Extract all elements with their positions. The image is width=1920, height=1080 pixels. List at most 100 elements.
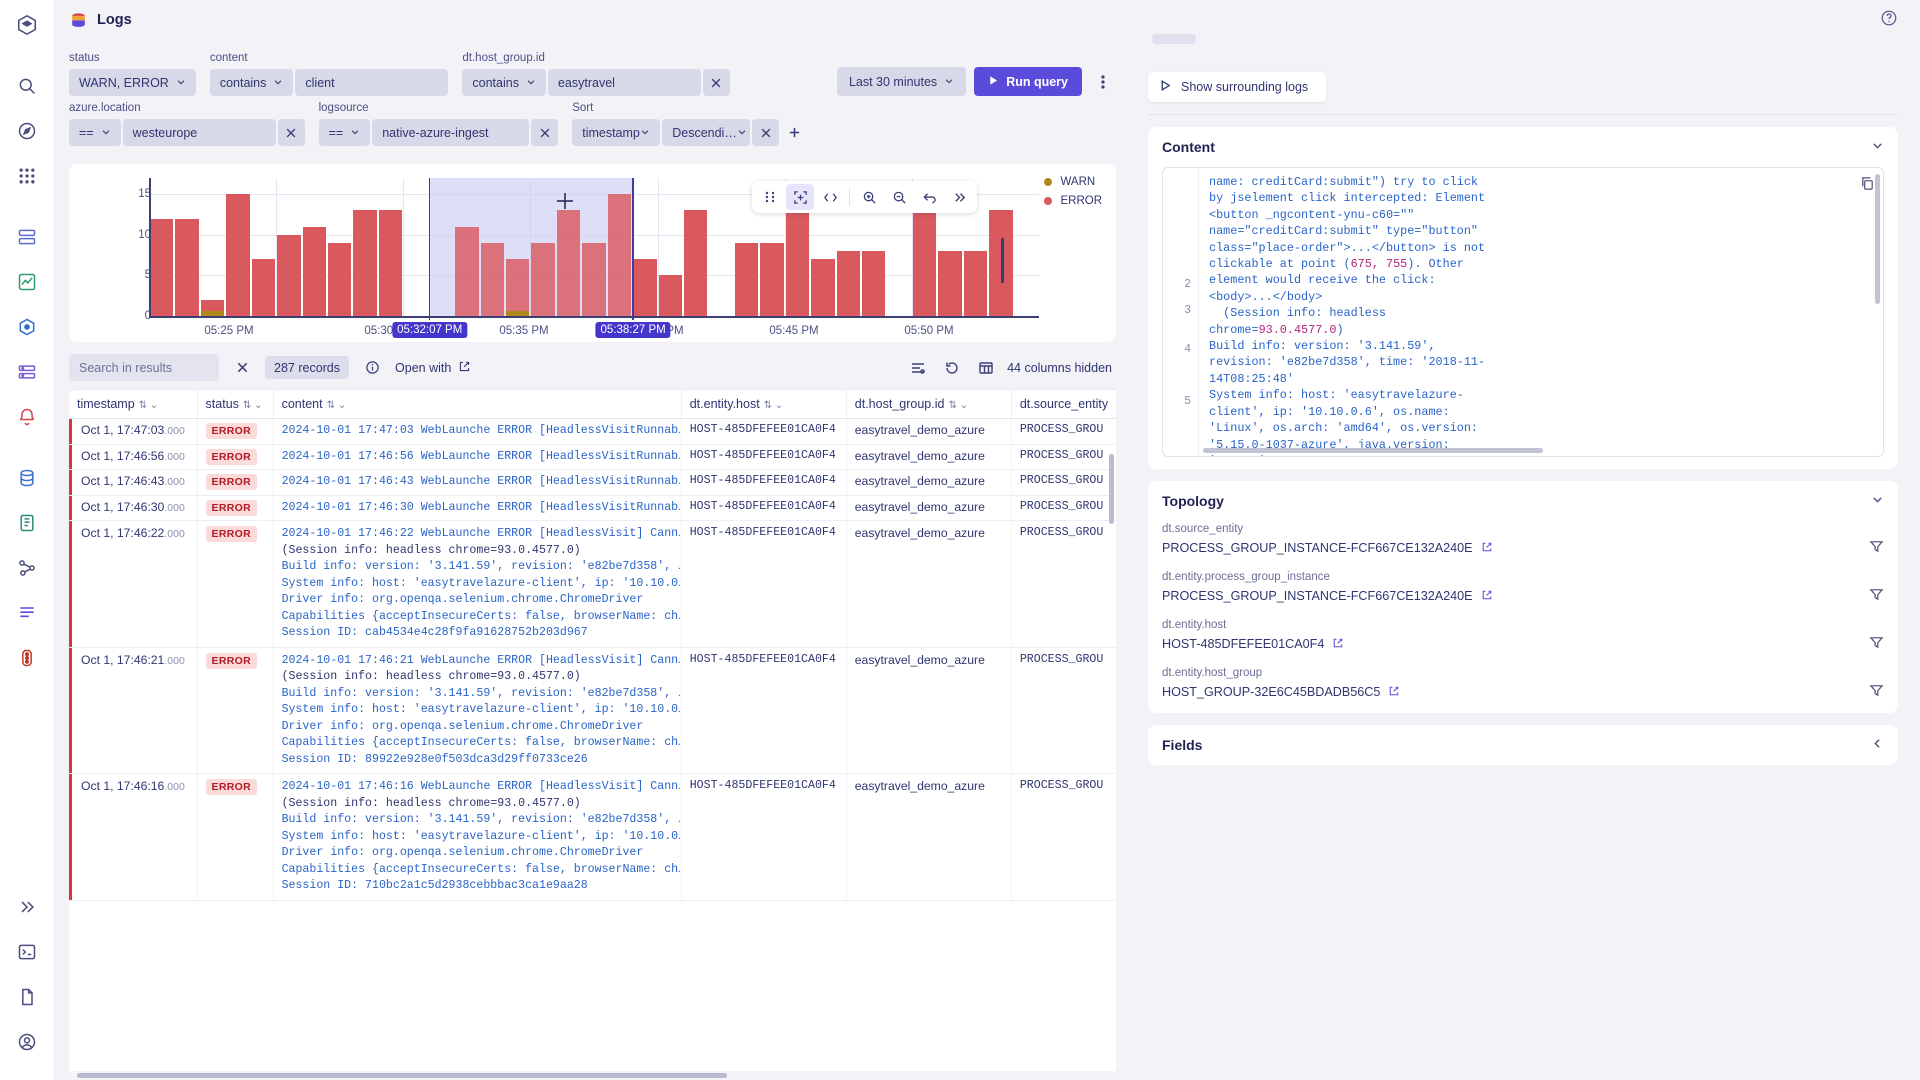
compass-icon[interactable] [10,114,44,148]
slo-icon[interactable] [10,641,44,675]
sort-direction-select[interactable]: Descendi… [662,119,750,146]
chart-bar-error[interactable] [659,275,682,316]
table-row[interactable]: Oct 1, 17:47:03.000ERROR2024-10-01 17:47… [69,419,1116,445]
chart-bar-error[interactable] [837,251,860,316]
logs-icon[interactable] [10,596,44,630]
table-row[interactable]: Oct 1, 17:46:56.000ERROR2024-10-01 17:46… [69,444,1116,470]
chevron-left-icon[interactable] [1871,737,1884,753]
clear-search-button[interactable] [229,355,255,381]
alert-bell-icon[interactable] [10,400,44,434]
trace-icon[interactable] [10,551,44,585]
table-row[interactable]: Oct 1, 17:46:43.000ERROR2024-10-01 17:46… [69,470,1116,496]
grid-apps-icon[interactable] [10,159,44,193]
zoom-in-icon[interactable] [855,184,883,210]
arrow-back-icon[interactable] [915,184,943,210]
reset-arrow-icon[interactable] [939,355,965,381]
search-icon[interactable] [10,69,44,103]
timeframe-selector[interactable]: Last 30 minutes [837,67,966,96]
detail-tab-indicator[interactable] [1152,34,1196,44]
run-query-button[interactable]: Run query [974,67,1082,96]
filter-azure-location-operator[interactable]: == [69,119,121,146]
chart-bar-error[interactable] [303,227,326,316]
chart-bar-error[interactable] [938,251,961,316]
log-histogram-chart[interactable]: 05101505:25 PM05:30 PM05:35 PM05:40 PM05… [69,164,1116,342]
show-surrounding-logs-button[interactable]: Show surrounding logs [1148,72,1326,102]
content-card-header[interactable]: Content [1162,139,1884,155]
chart-bar-error[interactable] [531,243,554,316]
filter-host-group-input[interactable]: easytravel [548,69,701,96]
filter-content-operator[interactable]: contains [210,69,294,96]
column-header-entity-host[interactable]: dt.entity.host⇅ ⌄ [681,390,846,419]
filter-icon[interactable] [1869,635,1884,653]
crosshair-select-icon[interactable] [786,184,814,210]
chevrons-right-icon[interactable] [945,184,973,210]
help-circle-icon[interactable] [1880,9,1898,32]
chart-bar-error[interactable] [277,235,300,316]
server-icon[interactable] [10,355,44,389]
code-vertical-scrollbar[interactable] [1875,174,1880,304]
scrollbar-thumb[interactable] [77,1073,727,1078]
document-icon[interactable] [10,980,44,1014]
chart-bar-error[interactable] [760,243,783,316]
chevron-down-icon[interactable] [1871,139,1884,155]
info-icon[interactable] [359,355,385,381]
column-header-content[interactable]: content⇅ ⌄ [273,390,681,419]
chevrons-right-icon[interactable] [10,890,44,924]
column-header-status[interactable]: status⇅ ⌄ [197,390,273,419]
chart-bar-error[interactable] [582,243,605,316]
filter-icon[interactable] [1869,683,1884,701]
column-header-timestamp[interactable]: timestamp⇅ ⌄ [69,390,197,419]
table-row[interactable]: Oct 1, 17:46:16.000ERROR2024-10-01 17:46… [69,774,1116,901]
chart-bar-error[interactable] [786,210,809,316]
chart-bar-error[interactable] [633,259,656,316]
external-link-icon[interactable] [1332,637,1344,652]
kubernetes-icon[interactable] [10,310,44,344]
layout-lines-icon[interactable] [905,355,931,381]
fields-card-header[interactable]: Fields [1162,737,1884,753]
database-icon[interactable] [10,461,44,495]
chart-bar-error[interactable] [913,210,936,316]
chart-bar-error[interactable] [328,243,351,316]
open-with-button[interactable]: Open with [395,360,471,376]
search-input[interactable]: Search in results [69,354,219,381]
chart-bar-error[interactable] [735,243,758,316]
external-link-icon[interactable] [1481,541,1493,556]
chart-bar-error[interactable] [455,227,478,316]
external-link-icon[interactable] [1481,589,1493,604]
chart-bar-error[interactable] [379,210,402,316]
code-brackets-icon[interactable] [816,184,844,210]
zoom-out-icon[interactable] [885,184,913,210]
user-circle-icon[interactable] [10,1025,44,1059]
filter-azure-location-clear-button[interactable] [278,119,305,146]
table-columns-icon[interactable] [973,355,999,381]
filter-host-group-clear-button[interactable] [703,69,730,96]
code-horizontal-scrollbar[interactable] [1203,448,1543,453]
filter-content-input[interactable]: client [295,69,448,96]
chart-area-icon[interactable] [10,265,44,299]
chart-bar-error[interactable] [608,194,631,316]
dynatrace-hex-icon[interactable] [10,8,44,42]
filter-logsource-clear-button[interactable] [531,119,558,146]
chart-bar-error[interactable] [353,210,376,316]
filter-status-select[interactable]: WARN, ERROR [69,69,196,96]
sort-field-select[interactable]: timestamp [572,119,660,146]
table-row[interactable]: Oct 1, 17:46:22.000ERROR2024-10-01 17:46… [69,521,1116,648]
terminal-icon[interactable] [10,935,44,969]
selection-start-handle[interactable] [429,178,431,320]
chart-bar-error[interactable] [557,210,580,316]
chart-bar-error[interactable] [964,251,987,316]
chart-bar-error[interactable] [252,259,275,316]
chevron-down-icon[interactable] [1871,493,1884,509]
selection-end-handle[interactable] [632,178,634,320]
content-code-viewer[interactable]: 2 3 4 5 name: creditCard:submit") try to… [1162,167,1884,457]
add-filter-button[interactable] [781,119,808,146]
table-horizontal-scrollbar[interactable] [69,1071,1116,1080]
column-header-source-entity[interactable]: dt.source_entity [1011,390,1116,419]
chart-bar-error[interactable] [506,259,529,316]
filter-logsource-input[interactable]: native-azure-ingest [372,119,529,146]
table-row[interactable]: Oct 1, 17:46:21.000ERROR2024-10-01 17:46… [69,647,1116,774]
chart-bar-error[interactable] [684,210,707,316]
chart-bar-error[interactable] [175,219,198,316]
external-link-icon[interactable] [1388,685,1400,700]
column-header-host-group[interactable]: dt.host_group.id⇅ ⌄ [846,390,1011,419]
